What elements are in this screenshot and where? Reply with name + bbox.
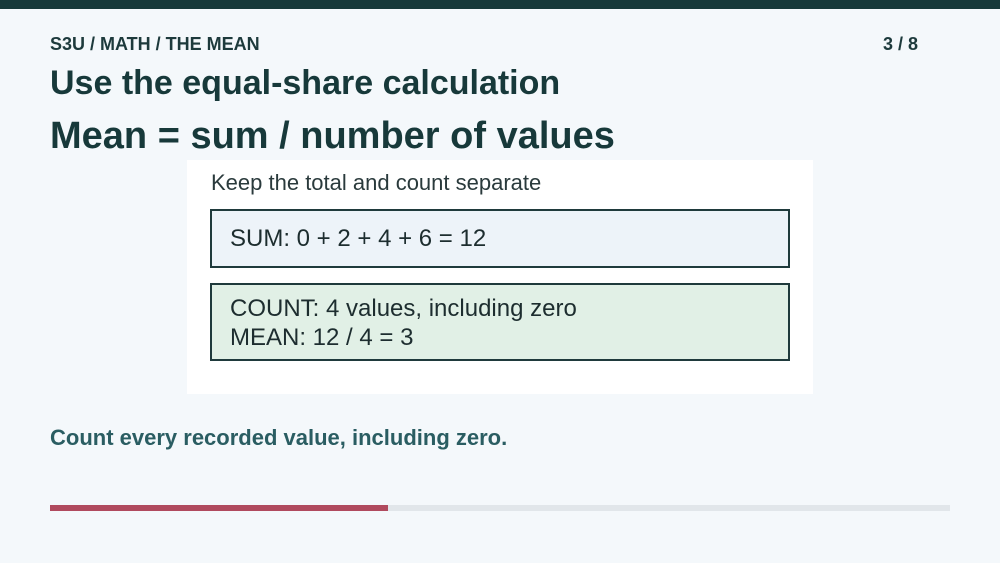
formula-heading: Mean = sum / number of values (50, 115, 615, 157)
breadcrumb: S3U / MATH / THE MEAN (50, 34, 260, 54)
takeaway-note: Count every recorded value, including ze… (50, 425, 508, 450)
count-mean-box: COUNT: 4 values, including zero MEAN: 12… (210, 283, 790, 361)
calculation-card: Keep the total and count separate SUM: 0… (187, 160, 813, 394)
slide-title: Use the equal-share calculation (50, 64, 561, 102)
sum-box: SUM: 0 + 2 + 4 + 6 = 12 (210, 209, 790, 268)
sum-line: SUM: 0 + 2 + 4 + 6 = 12 (230, 225, 487, 252)
mean-line: MEAN: 12 / 4 = 3 (230, 324, 414, 351)
progress-fill (50, 505, 388, 511)
count-line: COUNT: 4 values, including zero (230, 295, 577, 322)
progress-bar (50, 505, 950, 511)
top-accent-bar (0, 0, 1000, 9)
page-counter: 3 / 8 (882, 34, 918, 54)
card-caption: Keep the total and count separate (211, 170, 542, 195)
